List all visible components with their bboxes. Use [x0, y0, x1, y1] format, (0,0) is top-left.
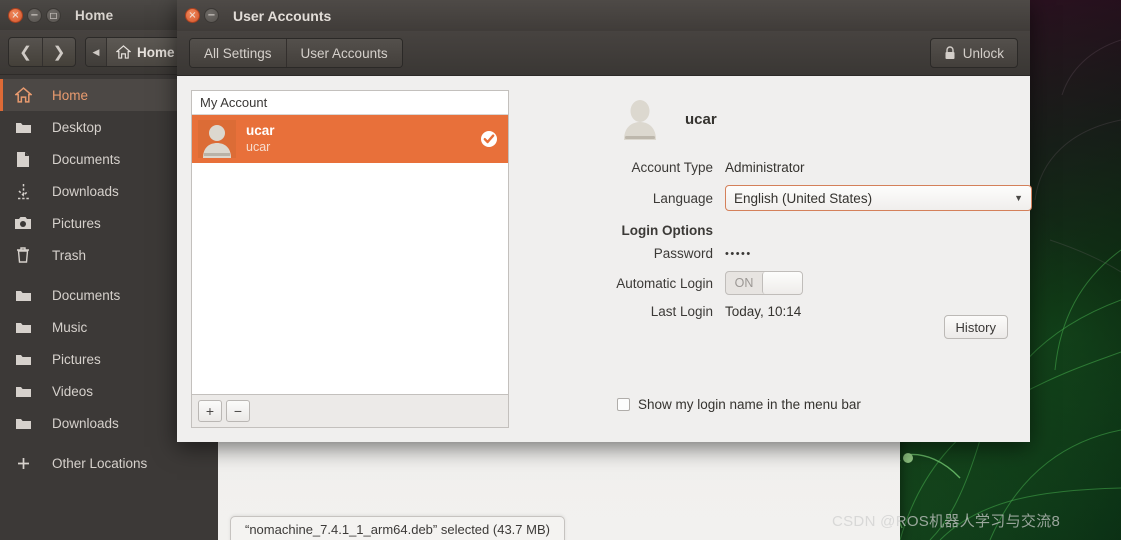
plus-icon [14, 454, 32, 472]
unlock-label: Unlock [962, 45, 1004, 61]
sidebar-item-label: Downloads [52, 183, 119, 199]
settings-tab-group: All Settings User Accounts [189, 38, 403, 68]
lock-icon [945, 46, 955, 59]
list-item[interactable]: ucar ucar [192, 115, 508, 163]
file-manager-title: Home [75, 7, 114, 23]
last-login-label: Last Login [650, 304, 713, 319]
unlock-button[interactable]: Unlock [929, 38, 1018, 68]
toggle-knob [762, 272, 802, 294]
breadcrumb: ◀ Home [85, 37, 188, 67]
sidebar-item-label: Downloads [52, 415, 119, 431]
folder-icon [14, 350, 32, 368]
chevron-down-icon: ▼ [1014, 193, 1023, 203]
sidebar-item-label: Pictures [52, 215, 101, 231]
account-name: ucar [246, 123, 275, 139]
user-avatar-icon [624, 100, 656, 140]
home-icon [116, 45, 131, 59]
sidebar-item-label: Documents [52, 287, 121, 303]
folder-icon [14, 318, 32, 336]
account-type-label: Account Type [631, 160, 713, 175]
document-icon [14, 150, 32, 168]
account-names: ucar ucar [246, 123, 275, 154]
password-row: Password ••••• [533, 246, 1032, 261]
password-label: Password [653, 246, 713, 261]
folder-icon [14, 414, 32, 432]
sidebar-item-label: Desktop [52, 119, 102, 135]
tab-all-settings[interactable]: All Settings [190, 39, 286, 67]
sidebar-item-label: Home [52, 87, 89, 103]
breadcrumb-item-home[interactable]: Home [106, 38, 187, 66]
login-options-label: Login Options [621, 223, 713, 238]
last-login-value: Today, 10:14 [725, 304, 802, 319]
automatic-login-toggle[interactable]: ON [725, 271, 803, 295]
history-button[interactable]: History [943, 315, 1008, 339]
minimize-icon[interactable]: − [204, 8, 219, 23]
show-login-name-label: Show my login name in the menu bar [638, 397, 861, 412]
language-value: English (United States) [734, 190, 873, 206]
account-detail-pane: ucar Account Type Administrator Language… [509, 90, 1032, 428]
path-prev-icon[interactable]: ◀ [86, 38, 106, 66]
user-avatar-icon [203, 125, 231, 158]
forward-arrow-icon[interactable]: ❯ [42, 38, 75, 66]
download-icon [14, 182, 32, 200]
avatar [198, 120, 236, 158]
maximize-icon[interactable]: □ [46, 7, 61, 23]
check-circle-icon [480, 130, 498, 148]
remove-user-button[interactable]: − [226, 400, 250, 422]
automatic-login-label: Automatic Login [616, 275, 713, 291]
checkbox-box [617, 398, 630, 411]
show-login-name-checkbox[interactable]: Show my login name in the menu bar [617, 397, 861, 412]
sidebar-item-label: Documents [52, 151, 121, 167]
tab-user-accounts[interactable]: User Accounts [285, 39, 402, 67]
status-bar: “nomachine_7.4.1_1_arm64.deb” selected (… [230, 516, 565, 540]
minimize-icon[interactable]: − [27, 7, 42, 23]
toggle-state-label: ON [734, 276, 754, 290]
sidebar-item-label: Other Locations [52, 455, 148, 471]
account-type-value: Administrator [725, 160, 805, 175]
watermark-text: CSDN @ROS机器人学习与交流8 [832, 513, 1061, 530]
account-header: ucar [533, 96, 1032, 142]
language-row: Language English (United States) ▼ [533, 185, 1032, 211]
trash-icon [14, 246, 32, 264]
password-value[interactable]: ••••• [725, 248, 752, 260]
account-username: ucar [246, 139, 271, 154]
language-select[interactable]: English (United States) ▼ [725, 185, 1032, 211]
breadcrumb-label: Home [137, 44, 175, 60]
home-icon [14, 86, 32, 104]
dialog-toolbar: All Settings User Accounts Unlock [177, 31, 1030, 76]
sidebar-item-label: Music [52, 319, 88, 335]
folder-icon [14, 382, 32, 400]
user-accounts-dialog: × − User Accounts All Settings User Acco… [177, 0, 1032, 442]
folder-icon [14, 118, 32, 136]
login-options-row: Login Options [533, 223, 1032, 238]
folder-icon [14, 286, 32, 304]
avatar[interactable] [617, 96, 663, 142]
dialog-body: My Account ucar ucar + − ucar Account Ty… [177, 76, 1032, 442]
close-icon[interactable]: × [185, 8, 200, 23]
automatic-login-row: Automatic Login ON [533, 271, 1032, 295]
add-user-button[interactable]: + [198, 400, 222, 422]
sidebar-item-other-locations[interactable]: Other Locations [0, 447, 218, 479]
account-list-toolbar: + − [191, 394, 509, 428]
account-type-row: Account Type Administrator [533, 160, 1032, 175]
page-title: ucar [685, 110, 717, 128]
dialog-title: User Accounts [233, 7, 332, 24]
camera-icon [14, 214, 32, 232]
account-list-column: My Account ucar ucar + − [191, 90, 509, 428]
sidebar-item-label: Videos [52, 383, 94, 399]
language-label: Language [652, 190, 713, 206]
account-list[interactable]: My Account ucar ucar [191, 90, 509, 394]
sidebar-item-label: Pictures [52, 351, 101, 367]
back-arrow-icon[interactable]: ❮ [9, 38, 42, 66]
dialog-titlebar: × − User Accounts [177, 0, 1030, 31]
close-icon[interactable]: × [8, 7, 23, 23]
nav-button-group: ❮ ❯ [8, 37, 76, 67]
account-list-header: My Account [192, 91, 508, 115]
sidebar-item-label: Trash [52, 247, 87, 263]
